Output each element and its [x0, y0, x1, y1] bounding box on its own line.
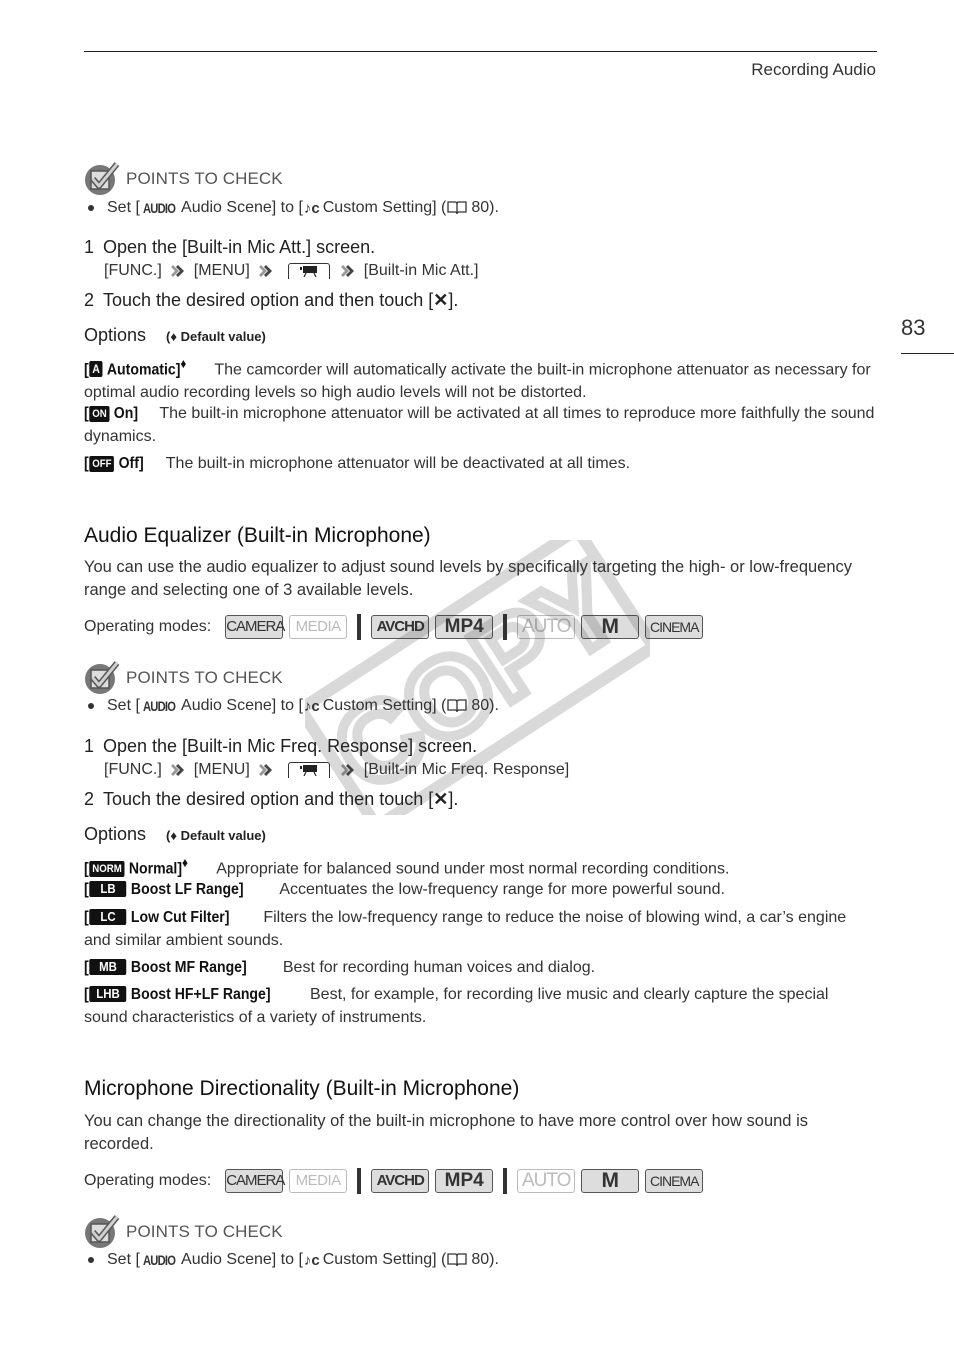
options-heading: Options (♦ Default value) [84, 824, 266, 844]
arrow-right-icon [170, 761, 188, 779]
audio-scene-icon: AUDIO [142, 1252, 176, 1268]
book-icon [447, 201, 467, 215]
automatic-badge-icon: A [89, 361, 103, 378]
points-to-check-label: POINTS TO CHECK [126, 1222, 283, 1241]
points-to-check-bullet: Set [ AUDIO Audio Scene] to [ ♪c Custom … [84, 697, 499, 715]
page-ref-link[interactable]: 80). [471, 199, 499, 217]
option-automatic: [A Automatic]♦ The camcorder will automati… [84, 356, 871, 402]
page-ref-link[interactable]: 80). [471, 1251, 499, 1269]
default-marker: ♦ [180, 356, 187, 371]
option-off: [OFF Off] The built-in microphone attenuat… [84, 455, 631, 472]
header-rule [84, 51, 877, 52]
arrow-right-icon [340, 262, 358, 280]
default-marker: ♦ [182, 855, 189, 870]
options-heading: Options (♦ Default value) [84, 325, 266, 345]
arrow-right-icon [258, 761, 276, 779]
close-icon: ✕ [433, 290, 449, 310]
page-number: 83 [901, 315, 926, 340]
bullet-icon [88, 703, 94, 709]
checkmark-icon [84, 162, 120, 196]
close-icon: ✕ [433, 789, 449, 809]
mode-avchd-icon: AVCHD [371, 1169, 430, 1193]
section-title-audio-equalizer: Audio Equalizer (Built-in Microphone) [84, 524, 431, 547]
section-title-mic-directionality: Microphone Directionality (Built-in Micr… [84, 1077, 520, 1100]
mode-auto-icon: AUTO [517, 1169, 576, 1193]
step-2: 2 Touch the desired option and then touch… [84, 290, 459, 310]
path-target: [Built-in Mic Att.] [363, 262, 479, 279]
mode-divider [357, 1168, 362, 1194]
option-boost-mf: [MB Boost MF Range] Best for recording hum… [84, 959, 596, 976]
points-to-check-bullet: Set [ AUDIO Audio Scene] to [ ♪c Custom … [84, 199, 499, 217]
header-title: Recording Audio [751, 60, 876, 79]
arrow-right-icon [340, 761, 358, 779]
mode-cinema-icon: CINEMA [645, 1169, 704, 1193]
audio-scene-icon: AUDIO [142, 698, 176, 714]
default-value-note: (♦ Default value) [166, 329, 266, 344]
option-on: [ON On] The built-in microphone attenuator… [84, 405, 875, 445]
mode-camera-icon: CAMERA [225, 1169, 285, 1193]
custom-setting-icon: ♪c [303, 199, 320, 217]
path-target: [Built-in Mic Freq. Response] [363, 761, 570, 778]
option-boost-lf: [LB Boost LF Range] Accentuates the low-fr… [84, 881, 725, 898]
path-func: [FUNC.] [104, 262, 162, 279]
mode-camera-icon: CAMERA [225, 615, 285, 639]
points-to-check-label: POINTS TO CHECK [126, 169, 283, 188]
arrow-right-icon [170, 262, 188, 280]
mode-media-icon: MEDIA [289, 1169, 348, 1193]
option-normal: [NORM Normal]♦ Appropriate for balanced so… [84, 855, 730, 878]
points-to-check-header: POINTS TO CHECK [84, 661, 283, 695]
operating-modes: Operating modes: CAMERA MEDIA AVCHD MP4 … [84, 1168, 709, 1194]
section-intro: You can use the audio equalizer to adjus… [84, 558, 853, 599]
mode-cinema-icon: CINEMA [645, 615, 704, 639]
mode-divider [357, 614, 362, 640]
option-low-cut: [LC Low Cut Filter] Filters the low-freque… [84, 909, 847, 949]
path-menu: [MENU] [193, 761, 250, 778]
bullet-icon [88, 205, 94, 211]
points-to-check-label: POINTS TO CHECK [126, 668, 283, 687]
off-badge-icon: OFF [89, 456, 115, 472]
mode-divider [503, 1168, 508, 1194]
menu-path: [FUNC.] [MENU] [Built-in Mic Freq. Respo… [104, 761, 569, 779]
arrow-right-icon [258, 262, 276, 280]
mode-avchd-icon: AVCHD [371, 615, 430, 639]
operating-modes: Operating modes: CAMERA MEDIA AVCHD MP4 … [84, 614, 709, 640]
step-1: 1 Open the [Built-in Mic Att.] screen. [84, 237, 376, 257]
mode-auto-icon: AUTO [517, 615, 576, 639]
custom-setting-icon: ♪c [303, 1251, 320, 1269]
mode-mp4-icon: MP4 [435, 1169, 494, 1193]
step-1: 1 Open the [Built-in Mic Freq. Response] … [84, 736, 478, 756]
custom-setting-icon: ♪c [303, 697, 320, 715]
menu-path: [FUNC.] [MENU] [Built-in Mic Att.] [104, 262, 478, 280]
on-badge-icon: ON [89, 406, 110, 422]
checkmark-icon [84, 1215, 120, 1249]
audio-scene-icon: AUDIO [142, 200, 176, 216]
points-to-check-header: POINTS TO CHECK [84, 1215, 283, 1249]
page-number-rule [901, 353, 954, 354]
lhb-badge-icon: LHB [89, 986, 127, 1002]
mb-badge-icon: MB [89, 959, 127, 975]
movie-menu-tab-icon [287, 762, 330, 778]
mode-mp4-icon: MP4 [435, 615, 494, 639]
section-intro: You can change the directionality of the… [84, 1112, 808, 1153]
points-to-check-header: POINTS TO CHECK [84, 162, 283, 196]
book-icon [447, 1253, 467, 1267]
book-icon [447, 699, 467, 713]
points-to-check-bullet: Set [ AUDIO Audio Scene] to [ ♪c Custom … [84, 1251, 499, 1269]
movie-menu-tab-icon [287, 263, 330, 279]
path-menu: [MENU] [193, 262, 250, 279]
mode-manual-icon: M [581, 1169, 640, 1193]
mode-divider [503, 614, 508, 640]
page-ref-link[interactable]: 80). [471, 697, 499, 715]
norm-badge-icon: NORM [89, 861, 125, 878]
default-value-note: (♦ Default value) [166, 828, 266, 843]
lc-badge-icon: LC [89, 909, 127, 925]
mode-manual-icon: M [581, 615, 640, 639]
bullet-icon [88, 1257, 94, 1263]
path-func: [FUNC.] [104, 761, 162, 778]
lb-badge-icon: LB [89, 881, 127, 897]
mode-media-icon: MEDIA [289, 615, 348, 639]
option-boost-hf-lf: [LHB Boost HF+LF Range] Best, for example,… [84, 986, 829, 1026]
step-2: 2 Touch the desired option and then touch… [84, 789, 459, 809]
checkmark-icon [84, 661, 120, 695]
